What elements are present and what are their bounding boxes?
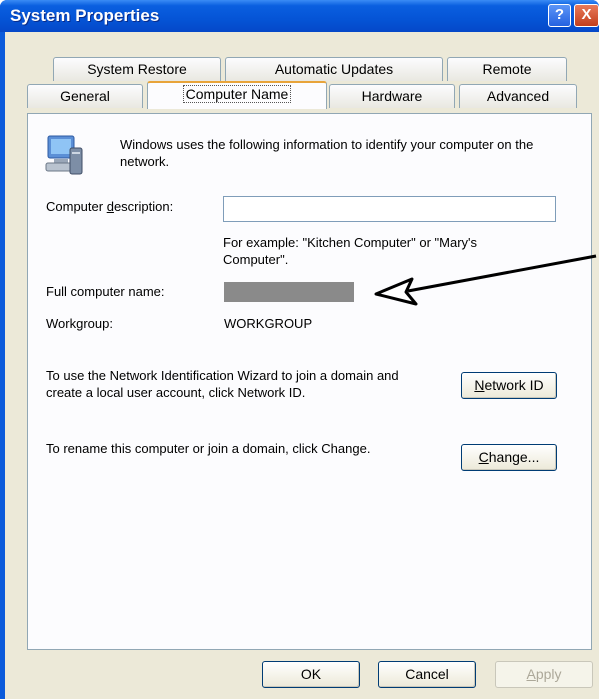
change-button[interactable]: Change... — [461, 444, 557, 471]
dialog-client-area: System Restore Automatic Updates Remote … — [5, 32, 599, 699]
tab-automatic-updates[interactable]: Automatic Updates — [225, 57, 443, 81]
tab-computer-name-label: Computer Name — [182, 85, 292, 103]
tab-computer-name[interactable]: Computer Name — [147, 81, 327, 109]
network-id-button[interactable]: Network ID — [461, 372, 557, 399]
computer-name-panel: Windows uses the following information t… — [27, 113, 597, 650]
tab-general[interactable]: General — [27, 84, 143, 108]
description-label: Computer description: — [46, 199, 174, 214]
apply-button[interactable]: Apply — [495, 661, 593, 688]
tab-system-restore[interactable]: System Restore — [53, 57, 221, 81]
network-id-text: To use the Network Identification Wizard… — [46, 368, 399, 400]
tab-remote[interactable]: Remote — [447, 57, 567, 81]
annotation-arrow-icon — [374, 254, 597, 306]
tab-hardware[interactable]: Hardware — [329, 84, 455, 108]
ok-button[interactable]: OK — [262, 661, 360, 688]
close-button[interactable]: X — [574, 4, 599, 27]
computer-network-icon — [42, 134, 86, 178]
help-button[interactable]: ? — [548, 4, 571, 27]
full-computer-name-label: Full computer name: — [46, 284, 165, 299]
tab-advanced[interactable]: Advanced — [459, 84, 577, 108]
workgroup-value: WORKGROUP — [224, 316, 313, 331]
workgroup-label: Workgroup: — [46, 316, 113, 331]
full-computer-name-value-redacted — [224, 282, 354, 302]
title-bar[interactable]: System Properties ? X — [0, 0, 599, 32]
system-properties-window: System Properties ? X System Restore Aut… — [0, 0, 599, 699]
window-title: System Properties — [10, 6, 160, 25]
computer-description-input[interactable] — [223, 196, 556, 222]
cancel-button[interactable]: Cancel — [378, 661, 476, 688]
intro-text: Windows uses the following information t… — [120, 137, 534, 169]
rename-text: To rename this computer or join a domain… — [46, 441, 371, 456]
